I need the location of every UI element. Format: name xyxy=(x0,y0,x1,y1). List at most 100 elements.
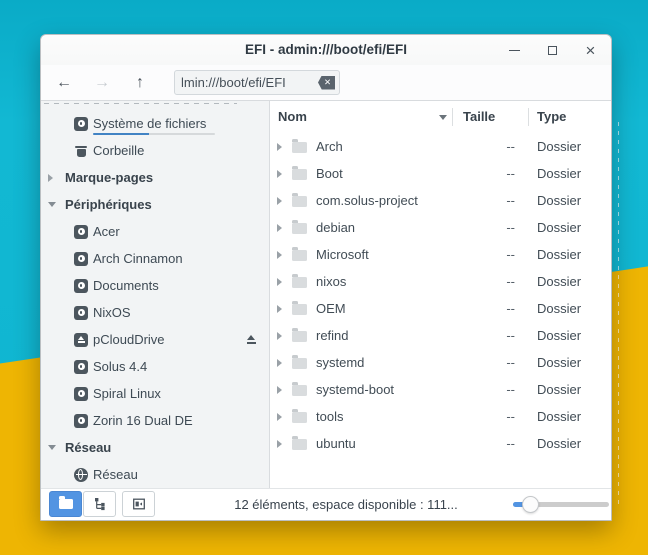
expander-icon[interactable] xyxy=(277,143,285,151)
toolbar: ← → ↑ ✕ xyxy=(41,65,611,101)
expander-icon[interactable] xyxy=(48,174,58,182)
file-type: Dossier xyxy=(537,436,581,451)
main-content: Système de fichiers Corbeille Marque-pag… xyxy=(41,101,611,489)
sidebar-item-zorin-16-dual-de[interactable]: Zorin 16 Dual DE xyxy=(41,407,269,434)
sidebar-item-pclouddrive[interactable]: pCloudDrive xyxy=(41,326,269,353)
sidebar-item-corbeille[interactable]: Corbeille xyxy=(41,137,269,164)
expander-icon[interactable] xyxy=(277,413,285,421)
folder-icon xyxy=(292,412,307,423)
harddisk-icon xyxy=(74,360,88,374)
column-separator[interactable] xyxy=(452,108,453,126)
address-input[interactable] xyxy=(181,75,314,90)
expander-icon[interactable] xyxy=(277,251,285,259)
back-button[interactable]: ← xyxy=(51,70,77,96)
expander-icon[interactable] xyxy=(277,332,285,340)
sidebar-item-documents[interactable]: Documents xyxy=(41,272,269,299)
tree-view-button[interactable] xyxy=(83,491,116,517)
file-size: -- xyxy=(452,436,515,451)
expander-icon[interactable] xyxy=(277,170,285,178)
expander-icon[interactable] xyxy=(277,386,285,394)
column-header-taille[interactable]: Taille xyxy=(463,101,495,133)
column-header-type[interactable]: Type xyxy=(537,101,566,133)
file-type: Dossier xyxy=(537,220,581,235)
file-row-refind[interactable]: refind -- Dossier xyxy=(270,322,611,349)
expander-icon[interactable] xyxy=(277,278,285,286)
file-row-nixos[interactable]: nixos -- Dossier xyxy=(270,268,611,295)
minimize-button[interactable] xyxy=(503,39,526,62)
sidebar-item-label: Acer xyxy=(93,224,120,239)
sidebar-item-solus-4-4[interactable]: Solus 4.4 xyxy=(41,353,269,380)
toggle-sidebar-button[interactable] xyxy=(122,491,155,517)
file-rows: Arch -- Dossier Boot -- Dossier com.solu… xyxy=(270,133,611,457)
expander-icon[interactable] xyxy=(277,224,285,232)
removable-icon xyxy=(74,333,88,347)
icon-view-button[interactable] xyxy=(49,491,82,517)
arrow-left-icon: ← xyxy=(56,74,72,92)
file-size: -- xyxy=(452,328,515,343)
sidebar-section-marque-pages[interactable]: Marque-pages xyxy=(41,164,269,191)
sidebar-section-label: Réseau xyxy=(65,440,111,455)
arrow-right-icon: → xyxy=(94,74,110,92)
up-button[interactable]: ↑ xyxy=(127,70,153,96)
sidebar-section-reseau[interactable]: Réseau xyxy=(41,434,269,461)
sidebar-item-systeme-de-fichiers[interactable]: Système de fichiers xyxy=(41,110,269,137)
column-header-nom[interactable]: Nom xyxy=(278,101,307,133)
sidebar-item-arch-cinnamon[interactable]: Arch Cinnamon xyxy=(41,245,269,272)
desktop-dashed-line xyxy=(618,122,619,504)
titlebar[interactable]: EFI - admin:///boot/efi/EFI × xyxy=(41,35,611,65)
file-row-com-solus-project[interactable]: com.solus-project -- Dossier xyxy=(270,187,611,214)
file-row-tools[interactable]: tools -- Dossier xyxy=(270,403,611,430)
file-size: -- xyxy=(452,274,515,289)
file-row-boot[interactable]: Boot -- Dossier xyxy=(270,160,611,187)
file-row-ubuntu[interactable]: ubuntu -- Dossier xyxy=(270,430,611,457)
harddisk-icon xyxy=(74,306,88,320)
expander-icon[interactable] xyxy=(48,202,58,207)
sidebar-item-nixos[interactable]: NixOS xyxy=(41,299,269,326)
maximize-button[interactable] xyxy=(541,39,564,62)
close-button[interactable]: × xyxy=(579,39,602,62)
eject-icon[interactable] xyxy=(245,334,257,346)
sidebar-item-label: Documents xyxy=(93,278,159,293)
file-row-microsoft[interactable]: Microsoft -- Dossier xyxy=(270,241,611,268)
folder-icon xyxy=(292,223,307,234)
file-name: tools xyxy=(316,409,343,424)
expander-icon[interactable] xyxy=(277,359,285,367)
file-type: Dossier xyxy=(537,274,581,289)
expander-icon[interactable] xyxy=(277,197,285,205)
folder-icon xyxy=(292,304,307,315)
folder-icon xyxy=(292,196,307,207)
minimize-icon xyxy=(509,50,520,51)
sidebar-scroll-undershoot xyxy=(44,103,237,104)
file-name: nixos xyxy=(316,274,346,289)
file-type: Dossier xyxy=(537,328,581,343)
clear-address-icon[interactable]: ✕ xyxy=(318,76,335,90)
folder-icon xyxy=(59,499,73,509)
column-separator[interactable] xyxy=(528,108,529,126)
sort-descending-icon xyxy=(439,115,447,120)
expander-icon[interactable] xyxy=(277,305,285,313)
sidebar-item-reseau[interactable]: Réseau xyxy=(41,461,269,488)
sidebar-item-label: Spiral Linux xyxy=(93,386,161,401)
expander-icon[interactable] xyxy=(48,445,58,450)
harddisk-icon xyxy=(74,252,88,266)
sidebar-section-peripheriques[interactable]: Périphériques xyxy=(41,191,269,218)
file-type: Dossier xyxy=(537,301,581,316)
file-row-systemd-boot[interactable]: systemd-boot -- Dossier xyxy=(270,376,611,403)
address-bar[interactable]: ✕ xyxy=(174,70,340,95)
file-manager-window: EFI - admin:///boot/efi/EFI × ← → ↑ ✕ Sy… xyxy=(40,34,612,521)
file-row-systemd[interactable]: systemd -- Dossier xyxy=(270,349,611,376)
file-size: -- xyxy=(452,382,515,397)
file-row-arch[interactable]: Arch -- Dossier xyxy=(270,133,611,160)
status-text: 12 éléments, espace disponible : 111... xyxy=(211,489,481,520)
file-row-debian[interactable]: debian -- Dossier xyxy=(270,214,611,241)
harddisk-icon xyxy=(74,279,88,293)
sidebar-item-acer[interactable]: Acer xyxy=(41,218,269,245)
expander-icon[interactable] xyxy=(277,440,285,448)
sidebar-item-spiral-linux[interactable]: Spiral Linux xyxy=(41,380,269,407)
window-controls: × xyxy=(503,35,602,65)
forward-button[interactable]: → xyxy=(89,70,115,96)
file-list: Nom Taille Type Arch -- Dossier Boot -- … xyxy=(270,101,611,489)
file-size: -- xyxy=(452,166,515,181)
file-row-oem[interactable]: OEM -- Dossier xyxy=(270,295,611,322)
zoom-slider-knob[interactable] xyxy=(522,496,539,513)
